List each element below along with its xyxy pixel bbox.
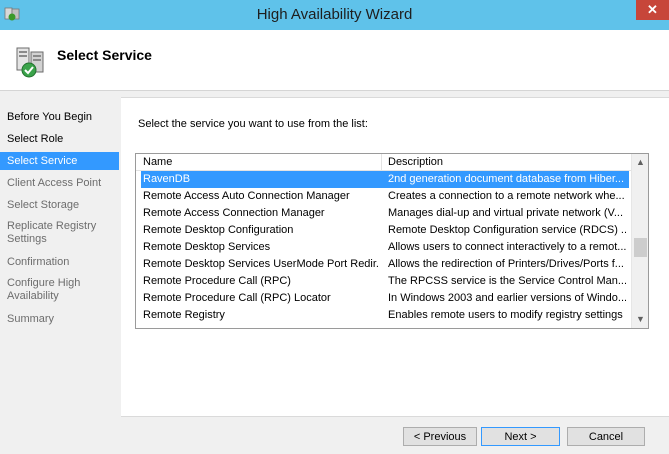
step-client-access-point: Client Access Point [7,177,102,189]
service-name: Remote Registry [143,309,225,321]
step-summary: Summary [7,313,55,325]
service-description: 2nd generation document database from Hi… [388,173,625,185]
service-description: Manages dial-up and virtual private netw… [388,207,623,219]
button-bar: < Previous Next > Cancel [121,415,669,454]
server-wizard-icon [16,47,44,78]
service-name: Remote Procedure Call (RPC) Locator [143,292,331,304]
cancel-button[interactable]: Cancel [567,427,645,446]
column-header-name[interactable]: Name [143,156,172,168]
window-title: High Availability Wizard [256,6,413,23]
vertical-scrollbar[interactable]: ▲ ▼ [631,154,648,328]
service-list[interactable]: Name Description RavenDB 2nd generation … [135,153,649,329]
step-select-service[interactable]: Select Service [0,152,119,170]
service-description: Remote Desktop Configuration service (RD… [388,224,626,236]
service-name: Remote Access Connection Manager [143,207,325,219]
step-replicate-registry-settings: Replicate Registry Settings [7,220,97,245]
list-item[interactable]: Remote Desktop Services Allows users to … [141,239,629,256]
wizard-steps: Before You Begin Select Role Select Serv… [0,91,121,454]
service-name: Remote Procedure Call (RPC) [143,275,291,287]
list-item[interactable]: RavenDB 2nd generation document database… [141,171,629,188]
list-item[interactable]: Remote Access Connection Manager Manages… [141,205,629,222]
step-before-you-begin[interactable]: Before You Begin [0,111,119,124]
column-header-description[interactable]: Description [388,156,443,168]
service-name: Remote Access Auto Connection Manager [143,190,350,202]
service-name: Remote Desktop Services UserMode Port Re… [143,258,379,270]
scroll-down-icon[interactable]: ▼ [632,311,648,328]
main-panel: Select the service you want to use from … [121,91,669,454]
previous-button[interactable]: < Previous [403,427,477,446]
list-item[interactable]: Remote Procedure Call (RPC) Locator In W… [141,290,629,307]
next-button[interactable]: Next > [481,427,560,446]
close-button[interactable]: ✕ [636,0,669,20]
list-item[interactable]: Remote Desktop Services UserMode Port Re… [141,256,629,273]
instruction-text: Select the service you want to use from … [138,118,368,130]
step-confirmation: Confirmation [7,256,70,268]
service-name: Remote Desktop Configuration [143,224,294,236]
service-name: RavenDB [143,173,191,185]
service-description: The RPCSS service is the Service Control… [388,275,626,287]
wizard-header: Select Service [0,30,669,91]
service-description: Allows the redirection of Printers/Drive… [388,258,624,270]
wizard-window: High Availability Wizard ✕ Select Servic… [0,0,669,454]
list-item[interactable]: Remote Desktop Configuration Remote Desk… [141,222,629,239]
title-bar[interactable]: High Availability Wizard ✕ [0,0,669,30]
list-item[interactable]: Remote Registry Enables remote users to … [141,307,629,324]
step-select-role[interactable]: Select Role [0,133,119,146]
service-description: Allows users to connect interactively to… [388,241,626,253]
service-description: In Windows 2003 and earlier versions of … [388,292,626,304]
list-item[interactable]: Remote Procedure Call (RPC) The RPCSS se… [141,273,629,290]
scroll-up-icon[interactable]: ▲ [632,154,648,171]
service-description: Enables remote users to modify registry … [388,309,626,321]
content-area: Select the service you want to use from … [121,97,669,417]
list-header: Name Description [136,154,631,171]
step-select-storage: Select Storage [7,199,80,211]
step-configure-high-availability: Configure High Availability [7,277,81,302]
service-name: Remote Desktop Services [143,241,271,253]
scrollbar-thumb[interactable] [634,238,647,257]
page-title: Select Service [57,47,152,63]
service-description: Creates a connection to a remote network… [388,190,625,202]
list-item[interactable]: Remote Access Auto Connection Manager Cr… [141,188,629,205]
column-divider[interactable] [381,154,382,170]
